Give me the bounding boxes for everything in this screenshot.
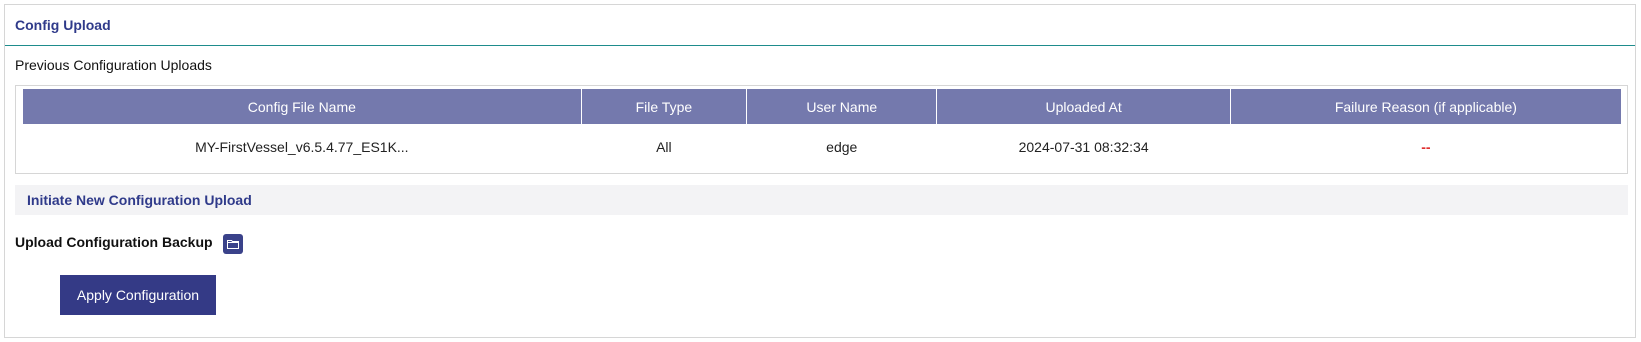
config-upload-panel: Config Upload Previous Configuration Upl… (4, 4, 1636, 338)
initiate-upload-section-header: Initiate New Configuration Upload (15, 185, 1628, 215)
table-row: MY-FirstVessel_v6.5.4.77_ES1K... All edg… (23, 124, 1621, 170)
cell-config-file-name: MY-FirstVessel_v6.5.4.77_ES1K... (195, 139, 409, 155)
apply-configuration-button[interactable]: Apply Configuration (60, 275, 216, 315)
upload-backup-label: Upload Configuration Backup (15, 234, 213, 250)
column-header-config-file-name[interactable]: Config File Name (23, 89, 581, 124)
previous-uploads-label: Previous Configuration Uploads (15, 57, 212, 73)
table-header-row: Config File Name File Type User Name Upl… (23, 89, 1621, 124)
cell-file-type: All (656, 139, 672, 155)
column-header-file-type[interactable]: File Type (581, 89, 747, 124)
cell-user-name: edge (826, 139, 858, 155)
uploads-table: Config File Name File Type User Name Upl… (22, 89, 1622, 170)
column-header-uploaded-at[interactable]: Uploaded At (937, 89, 1230, 124)
upload-backup-row: Upload Configuration Backup (15, 230, 243, 254)
initiate-upload-title: Initiate New Configuration Upload (27, 192, 252, 208)
uploads-table-container: Config File Name File Type User Name Upl… (15, 85, 1628, 174)
cell-failure-reason: -- (1421, 139, 1431, 155)
cell-uploaded-at: 2024-07-31 08:32:34 (1018, 139, 1149, 155)
panel-header: Config Upload (5, 5, 1635, 46)
panel-title: Config Upload (15, 17, 111, 33)
column-header-user-name[interactable]: User Name (747, 89, 937, 124)
column-header-failure-reason[interactable]: Failure Reason (if applicable) (1230, 89, 1621, 124)
folder-icon[interactable] (222, 234, 243, 254)
